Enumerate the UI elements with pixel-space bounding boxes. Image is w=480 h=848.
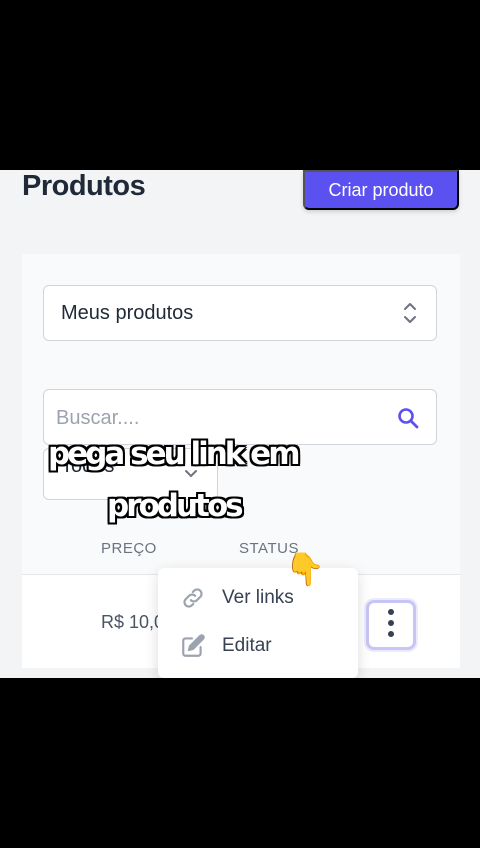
page-title: Produtos bbox=[22, 170, 146, 202]
edit-icon bbox=[182, 634, 205, 657]
product-scope-value: Meus produtos bbox=[61, 301, 194, 324]
kebab-dot bbox=[388, 609, 394, 615]
search-input[interactable] bbox=[56, 404, 376, 432]
video-letterbox-top bbox=[0, 0, 480, 170]
menu-item-view-links[interactable]: Ver links bbox=[158, 576, 358, 620]
menu-item-label: Editar bbox=[222, 635, 272, 656]
row-actions-menu: Ver links Editar bbox=[158, 568, 358, 678]
create-product-button[interactable]: Criar produto bbox=[303, 170, 459, 210]
product-scope-select[interactable]: Meus produtos bbox=[43, 285, 437, 341]
chevron-updown-icon bbox=[404, 303, 416, 323]
price-cell: R$ 10,0 bbox=[101, 612, 165, 632]
video-letterbox-bottom bbox=[0, 678, 480, 848]
menu-item-label: Ver links bbox=[222, 587, 294, 608]
search-icon[interactable] bbox=[396, 406, 420, 430]
app-screen: Produtos Criar produto Meus produtos Tod… bbox=[0, 170, 480, 678]
kebab-dot bbox=[388, 631, 394, 637]
menu-item-edit[interactable]: Editar bbox=[158, 624, 358, 668]
column-header-price: PREÇO bbox=[101, 540, 157, 557]
caption-text: produtos bbox=[107, 488, 244, 524]
kebab-dot bbox=[388, 620, 394, 626]
link-icon bbox=[183, 588, 203, 608]
row-actions-button[interactable] bbox=[366, 600, 416, 650]
caption-text: pega seu link em bbox=[48, 436, 301, 472]
pointing-hand-icon: 👇 bbox=[285, 551, 325, 587]
